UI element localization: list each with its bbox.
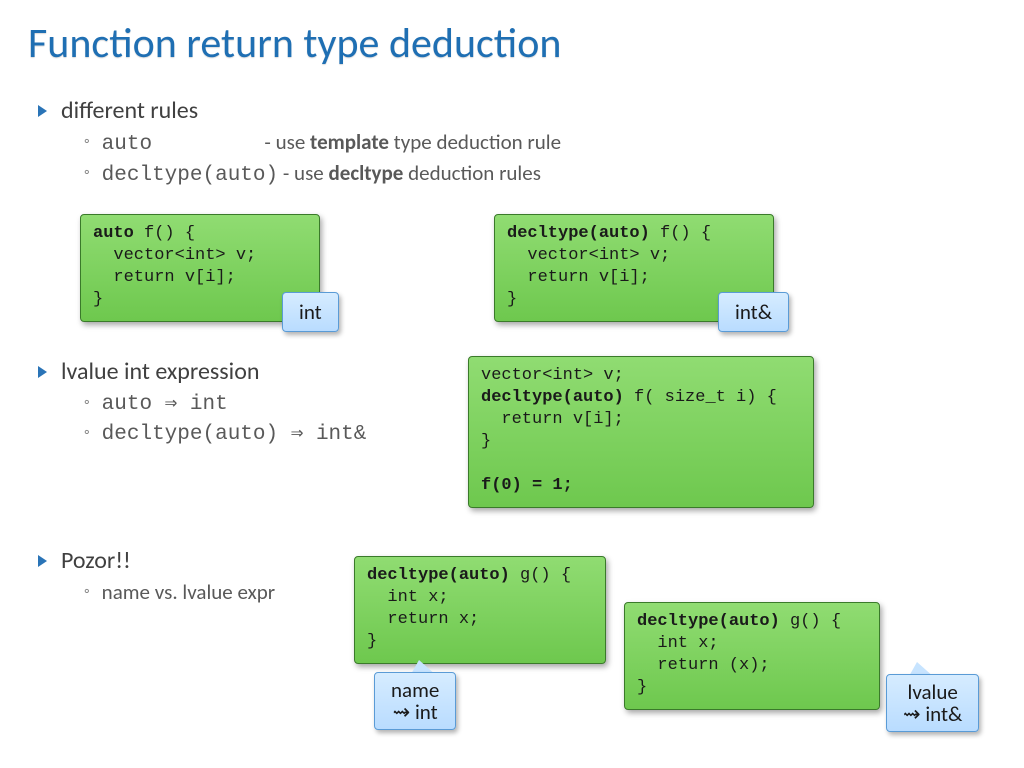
b1s2-code: decltype(auto) xyxy=(102,164,278,187)
sub-bullet-marker-icon: ◦ xyxy=(84,420,90,446)
bullet-1-text: different rules xyxy=(61,96,198,125)
code-decltype-auto-f-size-t: vector<int> v; decltype(auto) f( size_t … xyxy=(468,356,814,508)
slide-title: Function return type deduction xyxy=(0,0,1024,75)
sub-bullet-marker-icon: ◦ xyxy=(84,160,90,186)
badge-lvalue-intref: lvalue ⇝ int& xyxy=(886,674,979,732)
sub-bullet-marker-icon: ◦ xyxy=(84,579,90,605)
b1s1-t1: - use xyxy=(264,129,310,155)
code-decltype-auto-g-lvalue: decltype(auto) g() { int x; return (x); … xyxy=(624,602,880,710)
b1s2-t1: - use xyxy=(283,160,329,186)
badge-lvalue-line2: ⇝ int& xyxy=(903,703,962,725)
bullet-marker-icon xyxy=(38,105,47,117)
bullet-1-sub-1: ◦ auto - use template type deduction rul… xyxy=(84,129,988,156)
badge-int-ref: int& xyxy=(718,292,789,332)
b1s1-t2: template xyxy=(310,129,389,155)
b1s1-code: auto xyxy=(102,133,260,156)
bullet-1-sub-2: ◦ decltype(auto) - use decltype deductio… xyxy=(84,160,988,187)
b3s1-text: name vs. lvalue expr xyxy=(102,579,275,605)
badge-name-int: name ⇝ int xyxy=(374,672,456,730)
badge-name-line2: ⇝ int xyxy=(391,701,439,723)
code-decltype-auto-g-name: decltype(auto) g() { int x; return x; } xyxy=(354,556,606,664)
sub-bullet-marker-icon: ◦ xyxy=(84,390,90,416)
badge-name-line1: name xyxy=(391,679,439,701)
slide-body: different rules ◦ auto - use template ty… xyxy=(38,92,988,605)
b2s2-text: decltype(auto) ⇒ int& xyxy=(102,420,367,446)
bullet-2-text: lvalue int expression xyxy=(61,357,259,386)
bullet-marker-icon xyxy=(38,366,47,378)
bullet-marker-icon xyxy=(38,555,47,567)
badge-int: int xyxy=(282,292,339,332)
b1s2-t3: deduction rules xyxy=(403,160,541,186)
bullet-3-text: Pozor!! xyxy=(61,546,131,575)
bullet-1: different rules xyxy=(38,96,988,125)
badge-lvalue-line1: lvalue xyxy=(903,681,962,703)
b2s1-text: auto ⇒ int xyxy=(102,390,228,416)
b1s1-t3: type deduction rule xyxy=(389,129,561,155)
b1s2-t2: decltype xyxy=(328,160,403,186)
sub-bullet-marker-icon: ◦ xyxy=(84,129,90,155)
